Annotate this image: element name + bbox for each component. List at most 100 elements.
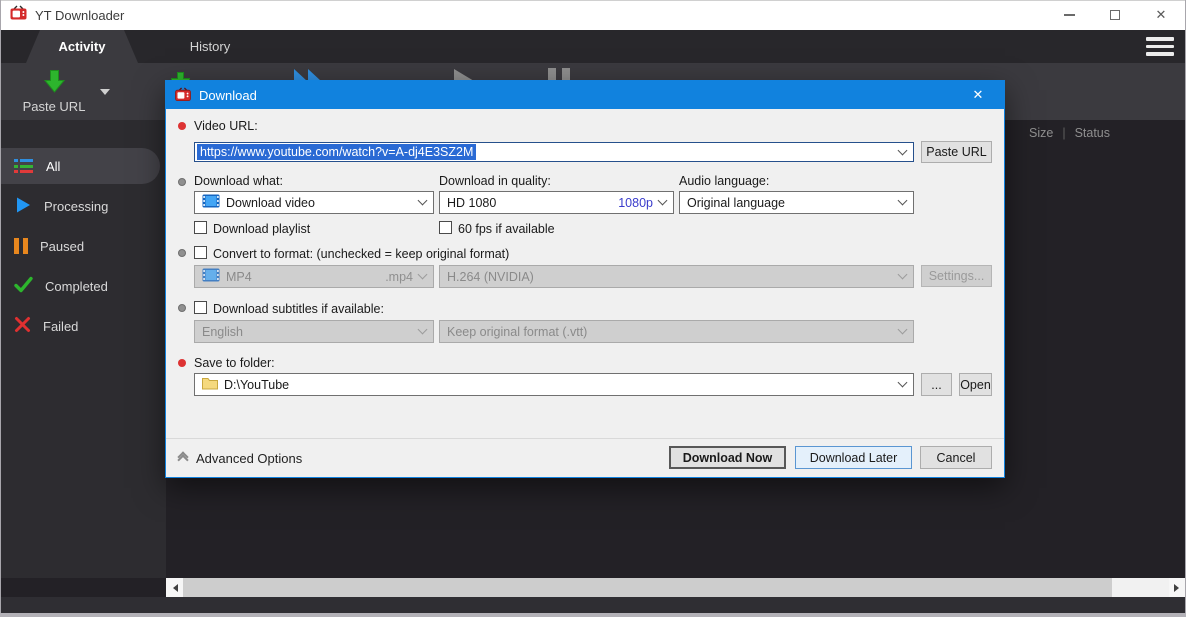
chevron-down-icon[interactable] xyxy=(898,145,908,155)
advanced-options-toggle[interactable]: Advanced Options xyxy=(179,439,302,478)
quality-select[interactable]: HD 1080 1080p xyxy=(439,191,674,214)
download-now-button[interactable]: Download Now xyxy=(669,446,786,469)
browse-button[interactable]: ... xyxy=(921,373,952,396)
section-bullet xyxy=(178,178,186,186)
dialog-tv-icon xyxy=(175,87,191,104)
subtitles-language-select: English xyxy=(194,320,434,343)
settings-button: Settings... xyxy=(921,265,992,287)
subtitles-checkbox[interactable] xyxy=(194,301,207,314)
sidebar-item-completed[interactable]: Completed xyxy=(0,268,160,304)
scrollbar-corner xyxy=(0,578,166,597)
download-what-value: Download video xyxy=(226,196,315,210)
quality-label: Download in quality: xyxy=(439,174,551,188)
play-icon xyxy=(14,196,32,217)
double-chevron-up-icon xyxy=(179,453,187,464)
checkmark-icon xyxy=(14,276,33,296)
maximize-button[interactable] xyxy=(1092,0,1138,30)
tab-activity[interactable]: Activity xyxy=(26,30,138,63)
paste-url-dropdown-caret[interactable] xyxy=(100,89,110,100)
minimize-button[interactable] xyxy=(1046,0,1092,30)
required-bullet xyxy=(178,359,186,367)
app-tv-icon xyxy=(10,5,27,25)
section-bullet xyxy=(178,304,186,312)
fps-checkbox[interactable] xyxy=(439,221,452,234)
subtitles-language-value: English xyxy=(202,325,243,339)
chevron-down-icon xyxy=(898,196,908,206)
video-url-input[interactable]: https://www.youtube.com/watch?v=A-dj4E3S… xyxy=(194,142,914,162)
section-bullet xyxy=(178,249,186,257)
chevron-down-icon xyxy=(418,270,428,280)
save-folder-value: D:\YouTube xyxy=(224,378,289,392)
close-button[interactable]: ✕ xyxy=(1138,0,1184,30)
dialog-close-icon[interactable]: ✕ xyxy=(961,81,995,109)
chevron-down-icon xyxy=(418,325,428,335)
all-list-icon xyxy=(14,159,34,173)
quality-tag: 1080p xyxy=(618,196,653,210)
sidebar-item-failed[interactable]: Failed xyxy=(0,308,160,344)
save-folder-select[interactable]: D:\YouTube xyxy=(194,373,914,396)
scrollbar-thumb[interactable] xyxy=(183,578,1112,597)
sidebar: All Processing Paused Completed Failed xyxy=(0,120,166,578)
audio-language-select[interactable]: Original language xyxy=(679,191,914,214)
scroll-left-arrow[interactable] xyxy=(166,578,183,597)
window-border-bottom xyxy=(0,613,1186,617)
download-what-label: Download what: xyxy=(194,174,283,188)
download-dialog: Download ✕ Video URL: https://www.youtub… xyxy=(165,80,1005,478)
tab-history[interactable]: History xyxy=(158,30,262,63)
download-what-select[interactable]: Download video xyxy=(194,191,434,214)
menu-icon[interactable] xyxy=(1146,37,1174,56)
x-mark-icon xyxy=(14,316,31,336)
download-playlist-checkbox[interactable] xyxy=(194,221,207,234)
codec-value: H.264 (NVIDIA) xyxy=(447,270,534,284)
window-border-left xyxy=(0,0,1,617)
dialog-footer: Advanced Options Download Now Download L… xyxy=(166,438,1004,477)
required-bullet xyxy=(178,122,186,130)
download-later-button[interactable]: Download Later xyxy=(795,446,912,469)
film-icon xyxy=(202,194,220,211)
dialog-title: Download xyxy=(199,88,257,103)
sidebar-item-paused[interactable]: Paused xyxy=(0,228,160,264)
format-ext: .mp4 xyxy=(385,270,413,284)
chevron-down-icon xyxy=(898,378,908,388)
format-value: MP4 xyxy=(226,270,252,284)
list-column-headers: Size | Status xyxy=(1029,126,1110,140)
chevron-down-icon xyxy=(898,270,908,280)
download-playlist-label[interactable]: Download playlist xyxy=(213,222,310,236)
subtitles-format-select: Keep original format (.vtt) xyxy=(439,320,914,343)
bottom-bar xyxy=(0,597,1186,613)
chevron-down-icon xyxy=(418,196,428,206)
paste-url-button[interactable]: Paste URL xyxy=(921,141,992,163)
window-title: YT Downloader xyxy=(35,8,124,23)
scroll-right-arrow[interactable] xyxy=(1169,578,1186,597)
app-window: YT Downloader ✕ Activity History Paste U… xyxy=(0,0,1186,617)
video-url-label: Video URL: xyxy=(194,119,258,133)
column-divider: | xyxy=(1062,126,1065,140)
window-border-top xyxy=(0,0,1186,1)
toolbar-paste-url-button[interactable]: Paste URL xyxy=(12,63,96,120)
subtitles-label[interactable]: Download subtitles if available: xyxy=(213,302,384,316)
subtitles-format-value: Keep original format (.vtt) xyxy=(447,325,587,339)
column-status[interactable]: Status xyxy=(1075,126,1110,140)
convert-format-label[interactable]: Convert to format: (unchecked = keep ori… xyxy=(213,247,509,261)
convert-format-checkbox[interactable] xyxy=(194,246,207,259)
open-folder-button[interactable]: Open xyxy=(959,373,992,396)
cancel-button[interactable]: Cancel xyxy=(920,446,992,469)
quality-value: HD 1080 xyxy=(447,196,496,210)
horizontal-scrollbar[interactable] xyxy=(166,578,1186,597)
dialog-title-bar: Download ✕ xyxy=(166,81,1004,109)
folder-icon xyxy=(202,377,218,393)
column-size[interactable]: Size xyxy=(1029,126,1053,140)
fps-label[interactable]: 60 fps if available xyxy=(458,222,555,236)
format-select: MP4 .mp4 xyxy=(194,265,434,288)
audio-language-label: Audio language: xyxy=(679,174,769,188)
save-folder-label: Save to folder: xyxy=(194,356,275,370)
pause-bars-icon xyxy=(14,238,28,254)
chevron-down-icon xyxy=(898,325,908,335)
sidebar-item-all[interactable]: All xyxy=(0,148,160,184)
codec-select: H.264 (NVIDIA) xyxy=(439,265,914,288)
sidebar-item-processing[interactable]: Processing xyxy=(0,188,160,224)
film-icon xyxy=(202,268,220,285)
audio-language-value: Original language xyxy=(687,196,785,210)
green-down-arrow-icon xyxy=(44,70,65,96)
video-url-value[interactable]: https://www.youtube.com/watch?v=A-dj4E3S… xyxy=(197,144,476,160)
